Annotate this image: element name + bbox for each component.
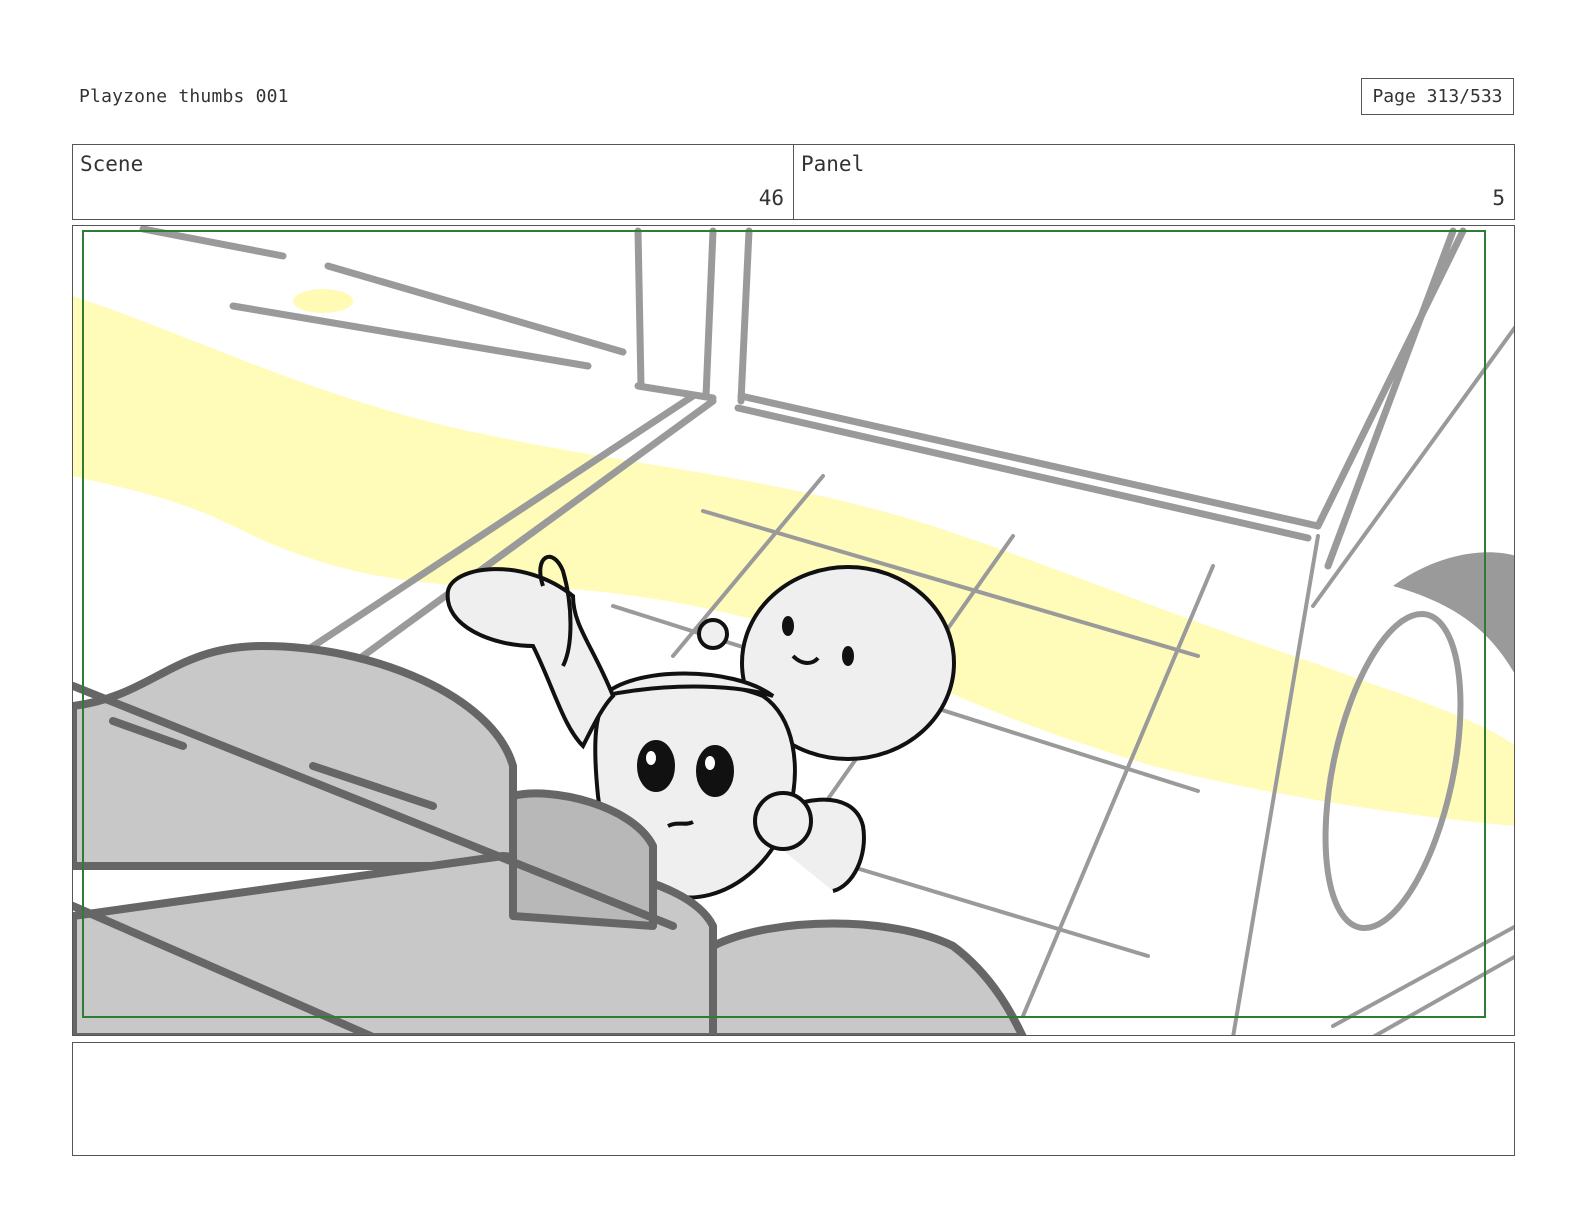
document-title: Playzone thumbs 001 [79, 86, 289, 107]
sunlight-spot [293, 289, 353, 313]
page-indicator: Page 313/533 [1361, 78, 1514, 115]
panel-number: 5 [1492, 186, 1505, 210]
panel-label: Panel [801, 152, 865, 176]
scene-panel-header: Scene 46 Panel 5 [72, 144, 1515, 220]
scene-label: Scene [80, 152, 144, 176]
storyboard-panel [72, 225, 1515, 1036]
panel-cell: Panel 5 [793, 145, 1514, 219]
notes-box [72, 1042, 1515, 1156]
storyboard-sketch [73, 226, 1514, 1035]
scene-number: 46 [758, 186, 784, 210]
scene-cell: Scene 46 [73, 145, 793, 219]
